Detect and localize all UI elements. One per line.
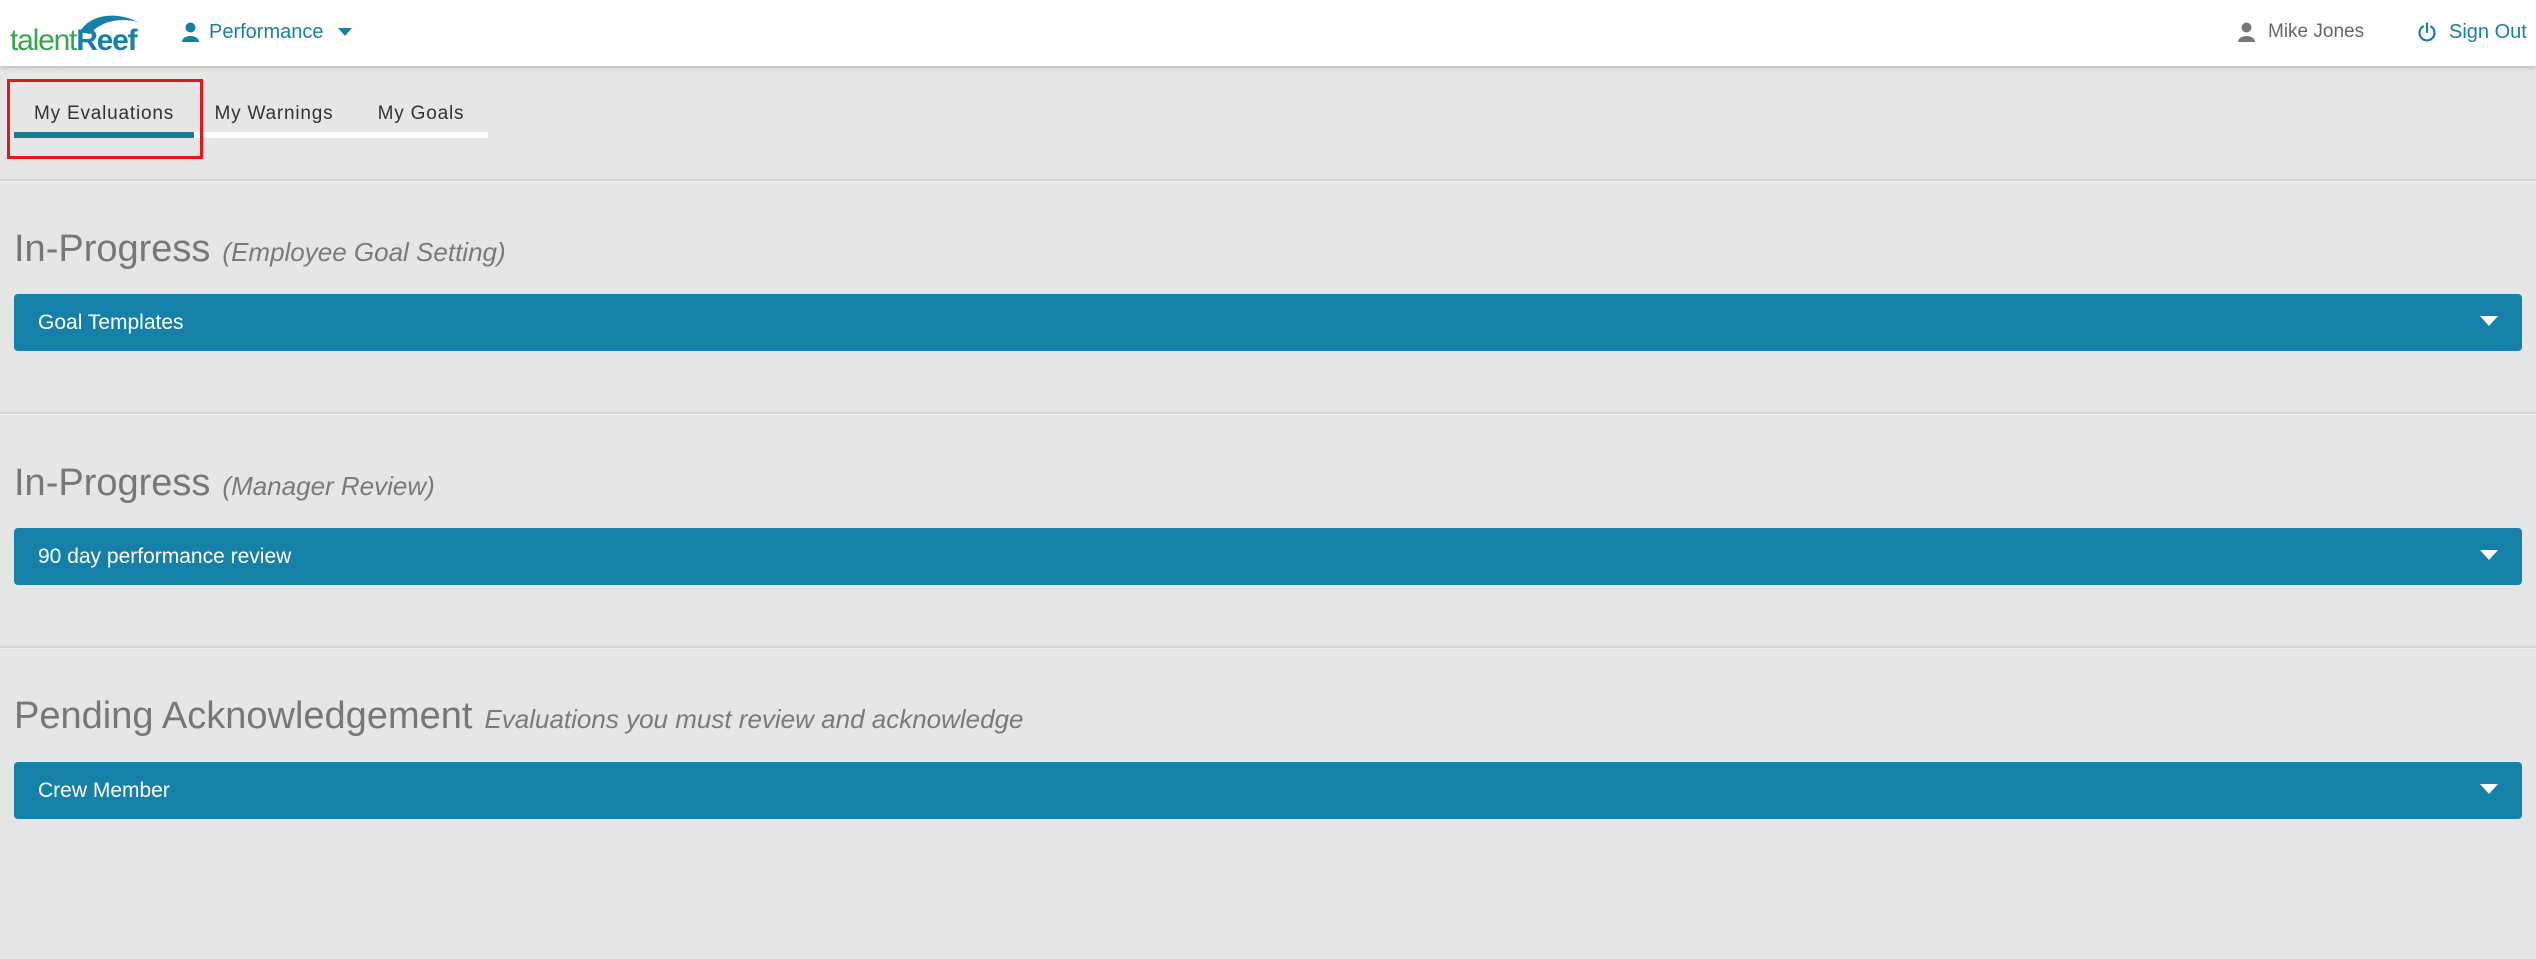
section-subtitle: (Manager Review) bbox=[222, 471, 435, 501]
module-menu-performance[interactable]: Performance bbox=[182, 18, 352, 46]
panel-label: Goal Templates bbox=[38, 310, 184, 334]
panel-90-day-performance-review[interactable]: 90 day performance review bbox=[14, 528, 2522, 585]
caret-down-icon bbox=[337, 28, 352, 36]
section-subtitle: Evaluations you must review and acknowle… bbox=[484, 704, 1024, 734]
divider bbox=[0, 646, 2536, 649]
person-icon bbox=[182, 22, 199, 42]
caret-down-icon bbox=[2480, 550, 2498, 560]
tab-my-evaluations[interactable]: My Evaluations bbox=[14, 91, 194, 138]
panel-label: 90 day performance review bbox=[38, 544, 292, 568]
caret-down-icon bbox=[2480, 316, 2498, 326]
panel-label: Crew Member bbox=[38, 778, 170, 802]
tab-my-goals[interactable]: My Goals bbox=[354, 91, 488, 138]
divider bbox=[0, 179, 2536, 182]
section-title: Pending Acknowledgement bbox=[14, 695, 473, 737]
user-profile[interactable]: Mike Jones bbox=[2238, 18, 2364, 46]
talentreef-logo[interactable]: talentReef bbox=[10, 8, 142, 58]
power-icon bbox=[2417, 22, 2437, 42]
panel-crew-member[interactable]: Crew Member bbox=[14, 762, 2522, 819]
tab-my-warnings[interactable]: My Warnings bbox=[194, 91, 354, 138]
top-navbar: talentReef Performance Mike Jones Sign O… bbox=[0, 0, 2536, 66]
tab-label: My Goals bbox=[377, 102, 465, 124]
sign-out-label: Sign Out bbox=[2449, 20, 2527, 43]
section-heading-pending-acknowledgement: Pending Acknowledgement Evaluations you … bbox=[14, 695, 1024, 743]
tab-label: My Evaluations bbox=[33, 102, 175, 124]
caret-down-icon bbox=[2480, 784, 2498, 794]
section-subtitle: (Employee Goal Setting) bbox=[222, 237, 506, 267]
panel-goal-templates[interactable]: Goal Templates bbox=[14, 294, 2522, 351]
sign-out-button[interactable]: Sign Out bbox=[2417, 18, 2527, 46]
evaluation-tabs: My Evaluations My Warnings My Goals bbox=[14, 91, 488, 138]
section-heading-employee-goal-setting: In-Progress (Employee Goal Setting) bbox=[14, 228, 506, 276]
logo-talent-text: talent bbox=[10, 24, 77, 57]
section-title: In-Progress bbox=[14, 462, 211, 504]
tab-label: My Warnings bbox=[214, 102, 334, 124]
section-title: In-Progress bbox=[14, 228, 211, 270]
user-name: Mike Jones bbox=[2268, 21, 2365, 42]
module-menu-label: Performance bbox=[209, 20, 324, 43]
section-heading-manager-review: In-Progress (Manager Review) bbox=[14, 462, 435, 510]
divider bbox=[0, 412, 2536, 415]
logo-reef-text: Reef bbox=[76, 24, 137, 57]
user-icon bbox=[2238, 22, 2255, 42]
logo-wordmark: talentReef bbox=[10, 24, 138, 58]
